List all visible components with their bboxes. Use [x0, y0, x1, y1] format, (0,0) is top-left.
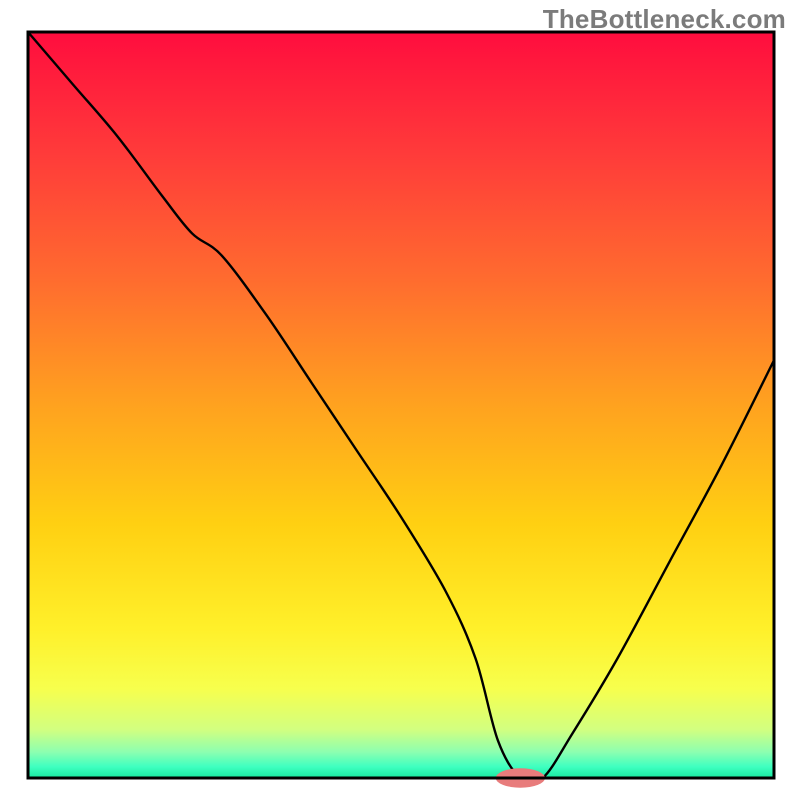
chart-stage: TheBottleneck.com [0, 0, 800, 800]
plot-background [28, 32, 774, 778]
bottleneck-plot [0, 0, 800, 800]
